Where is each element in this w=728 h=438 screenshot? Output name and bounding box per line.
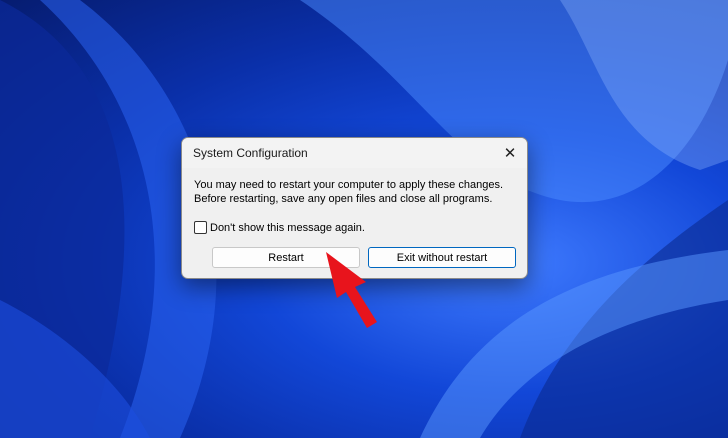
dialog-message: You may need to restart your computer to…	[194, 179, 503, 206]
exit-without-restart-button[interactable]: Exit without restart	[368, 247, 516, 268]
restart-button[interactable]: Restart	[212, 247, 360, 268]
dont-show-again-checkbox[interactable]: Don't show this message again.	[194, 221, 365, 234]
system-configuration-dialog: System Configuration ✕ You may need to r…	[181, 137, 528, 279]
checkbox-icon[interactable]	[194, 221, 207, 234]
close-icon[interactable]: ✕	[493, 138, 527, 168]
message-line-1: You may need to restart your computer to…	[194, 179, 503, 191]
checkbox-label: Don't show this message again.	[210, 221, 365, 234]
message-line-2: Before restarting, save any open files a…	[194, 192, 493, 205]
title-bar: System Configuration ✕	[182, 138, 527, 168]
dialog-title: System Configuration	[193, 146, 308, 160]
